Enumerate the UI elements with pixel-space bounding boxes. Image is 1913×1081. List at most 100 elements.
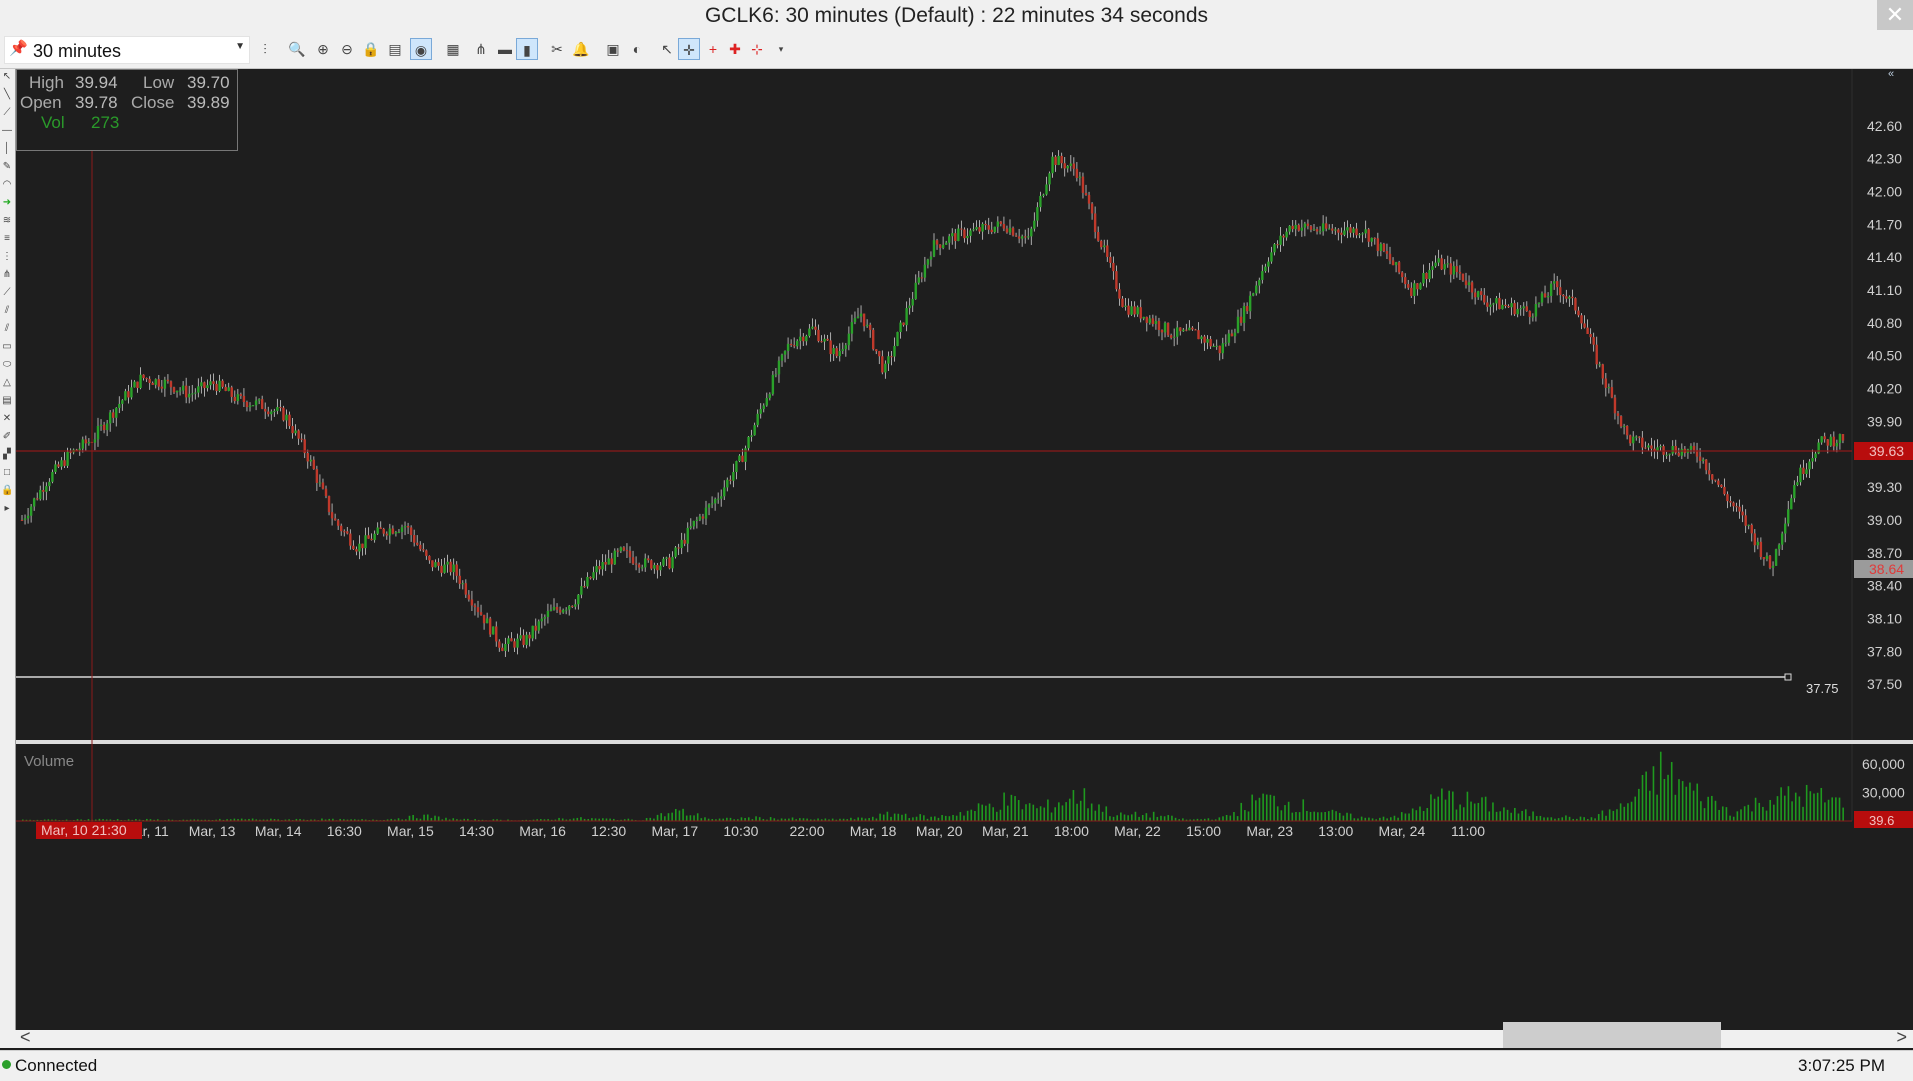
current-price-tag: 39.63 xyxy=(1869,443,1904,459)
candle-body xyxy=(1455,266,1459,272)
rectangle-tool-icon[interactable]: ▭ xyxy=(1,341,13,353)
global-crosshair-icon[interactable]: ◉ xyxy=(410,38,432,60)
fib-extension-icon[interactable]: ≡ xyxy=(1,233,13,245)
candle-body xyxy=(1741,511,1744,516)
crosshair-red-icon[interactable]: + xyxy=(702,38,724,60)
crosshair-icon[interactable]: ✛ xyxy=(678,38,700,60)
pointer-icon[interactable]: ↖ xyxy=(656,38,678,60)
pointer-tool-icon[interactable]: ↖ xyxy=(1,71,13,83)
volume-bar xyxy=(1273,795,1275,821)
candle-body xyxy=(1194,329,1197,331)
candle-body xyxy=(1625,425,1629,436)
candle-body xyxy=(747,436,750,449)
candle-body xyxy=(1738,506,1741,512)
chart-canvas[interactable]: Volume 42.60 42.30 42.00 41.70 41.40 41.10 40.… xyxy=(16,68,1913,1030)
volume-bar xyxy=(1809,791,1812,821)
time-axis-label: Mar, 22 xyxy=(1114,823,1161,839)
pin-icon[interactable]: 📌 xyxy=(9,39,28,57)
collapse-panel-icon[interactable]: « xyxy=(1888,68,1894,80)
candle-body xyxy=(385,533,388,536)
candle-body xyxy=(1440,258,1443,270)
show-icon[interactable]: ◐ xyxy=(626,38,648,60)
region-tool-icon[interactable]: ▤ xyxy=(1,395,13,407)
candle-body xyxy=(1674,446,1677,453)
scroll-right-icon[interactable]: > xyxy=(1896,1027,1907,1048)
volume-bar xyxy=(1729,815,1731,821)
candle-body xyxy=(1367,229,1370,242)
volume-bar xyxy=(1667,774,1669,821)
interval-select[interactable]: 📌 30 minutes ▼ xyxy=(4,36,250,64)
zoom-in-icon[interactable]: ⊕ xyxy=(312,38,334,60)
fib-tool-icon[interactable]: ≋ xyxy=(1,215,13,227)
volume-bar xyxy=(1225,814,1228,821)
lock-icon[interactable]: 🔒 xyxy=(360,38,382,60)
candle-body xyxy=(20,519,24,521)
candle-body xyxy=(534,625,537,631)
volume-bar xyxy=(1065,802,1067,821)
scissors-icon[interactable]: ✂ xyxy=(546,38,568,60)
candle-body xyxy=(1446,263,1449,265)
candle-body xyxy=(227,387,230,391)
collapse-tools-icon[interactable]: ▸ xyxy=(1,503,13,515)
volume-bar xyxy=(1499,811,1502,821)
delete-drawings-icon[interactable]: ✕ xyxy=(1,413,13,425)
ray-tool-icon[interactable]: ⟋ xyxy=(1,107,13,119)
text-tool-icon[interactable]: ✎ xyxy=(1,161,13,173)
snapshot-icon[interactable]: ▣ xyxy=(602,38,624,60)
regression-channel-icon[interactable]: ⫽ xyxy=(1,305,13,317)
snap-mode-icon[interactable]: ▞ xyxy=(1,449,13,461)
fib-time-icon[interactable]: ⋮ xyxy=(1,251,13,263)
vertical-line-icon[interactable]: │ xyxy=(1,143,13,155)
candle-body xyxy=(1470,282,1474,293)
candle-body xyxy=(32,498,36,507)
line-tool-icon[interactable]: ╲ xyxy=(1,89,13,101)
zoom-dropdown-icon[interactable]: 🔍 xyxy=(286,38,308,60)
gann-fan-icon[interactable]: ⟋ xyxy=(1,287,13,299)
scrollbar-thumb[interactable] xyxy=(1503,1022,1721,1048)
more-tools-icon[interactable]: ▾ xyxy=(770,38,792,60)
arrow-tool-icon[interactable]: ➜ xyxy=(1,197,13,209)
candle-body xyxy=(1504,304,1507,307)
strategies-icon[interactable]: ⋔ xyxy=(470,38,492,60)
volume-bar xyxy=(1514,807,1516,821)
volume-bar xyxy=(1368,817,1370,821)
scroll-left-icon[interactable]: < xyxy=(20,1027,31,1048)
hide-drawings-icon[interactable]: □ xyxy=(1,467,13,479)
bar-chart-icon[interactable]: ▮ xyxy=(516,38,538,60)
stay-in-draw-icon[interactable]: ✐ xyxy=(1,431,13,443)
candle-body xyxy=(1756,541,1760,546)
close-icon[interactable]: ✕ xyxy=(1877,0,1913,30)
candle-body xyxy=(403,525,407,528)
ellipse-tool-icon[interactable]: ⬭ xyxy=(1,359,13,371)
candle-body xyxy=(878,351,881,357)
properties-icon[interactable]: ▤ xyxy=(384,38,406,60)
candle-body xyxy=(498,641,501,648)
candle-body xyxy=(577,594,580,605)
alert-bell-icon[interactable]: 🔔 xyxy=(570,38,592,60)
crosshair-bold-icon[interactable]: ✚ xyxy=(724,38,746,60)
arc-tool-icon[interactable]: ◠ xyxy=(1,179,13,191)
candle-body xyxy=(1598,364,1601,366)
candle-body xyxy=(1182,329,1185,332)
candle-body xyxy=(200,382,203,387)
lock-drawings-icon[interactable]: 🔒 xyxy=(1,485,13,497)
data-box[interactable]: High 39.94 Low 39.70 Open 39.78 Close 39… xyxy=(16,69,238,151)
trend-channel-icon[interactable]: ⫽ xyxy=(1,323,13,335)
chevron-down-icon[interactable]: ▼ xyxy=(235,41,245,52)
andrews-pitchfork-icon[interactable]: ⋔ xyxy=(1,269,13,281)
triangle-tool-icon[interactable]: △ xyxy=(1,377,13,389)
candle-body xyxy=(1607,387,1611,389)
candle-body xyxy=(245,402,249,408)
horizontal-line-icon[interactable]: — xyxy=(1,125,13,137)
volume-bar xyxy=(1652,766,1655,821)
volume-bar xyxy=(948,816,951,821)
chart-style-icon[interactable]: ⫶ xyxy=(254,38,276,60)
templates-icon[interactable]: ▬ xyxy=(494,38,516,60)
candle-body xyxy=(935,240,939,245)
time-crosshair-tag: Mar, 10 21:30 xyxy=(41,822,127,838)
chart-area[interactable]: Volume 42.60 42.30 42.00 41.70 41.40 41.10 40.… xyxy=(16,68,1913,1030)
zoom-out-icon[interactable]: ⊖ xyxy=(336,38,358,60)
candle-body xyxy=(1665,454,1668,456)
indicators-icon[interactable]: ▦ xyxy=(442,38,464,60)
crosshair-global-icon[interactable]: ⊹ xyxy=(746,38,768,60)
